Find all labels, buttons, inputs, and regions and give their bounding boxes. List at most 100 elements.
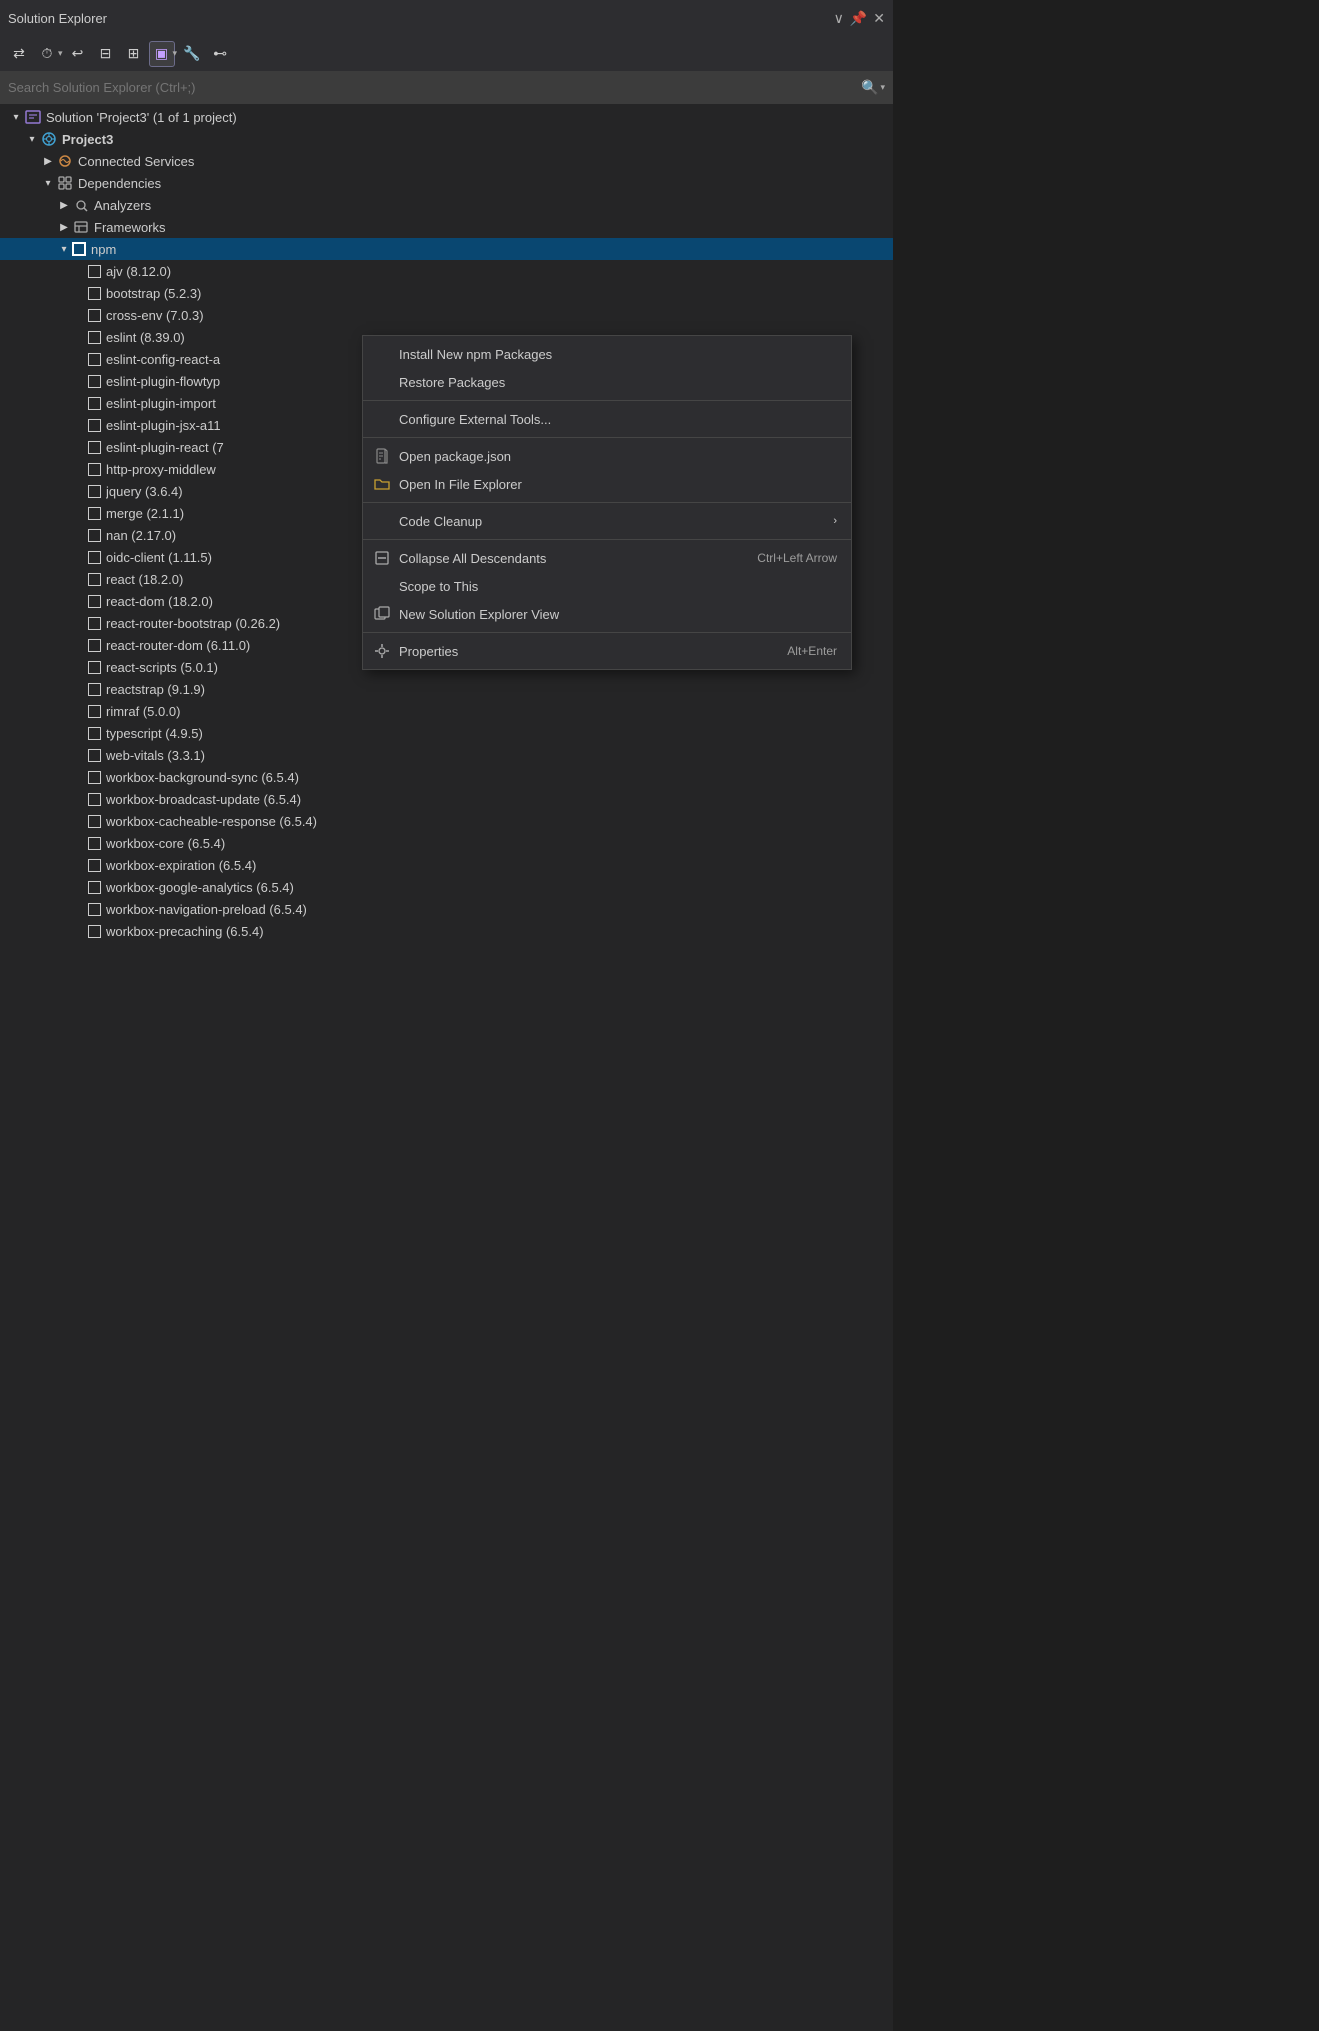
show-all-icon: ⊞: [128, 45, 140, 62]
project-icon: [40, 130, 58, 148]
solution-icon: [24, 108, 42, 126]
connected-services-icon: [56, 152, 74, 170]
collapse-all-icon: [373, 549, 391, 567]
separator-5: [363, 632, 851, 633]
package-node[interactable]: ▶ reactstrap (9.1.9): [0, 678, 893, 700]
collapse-all-toolbar-button[interactable]: ⊟: [93, 41, 119, 67]
sync-icon: ⇄: [13, 45, 25, 62]
solution-label: Solution 'Project3' (1 of 1 project): [46, 110, 889, 125]
dependencies-collapse-arrow[interactable]: ▾: [40, 178, 56, 189]
project-collapse-arrow[interactable]: ▾: [24, 134, 40, 145]
search-input[interactable]: [8, 80, 861, 95]
pending-button[interactable]: ⊷: [207, 41, 233, 67]
back-button[interactable]: ↩: [65, 41, 91, 67]
menu-item-code-cleanup[interactable]: Code Cleanup ›: [363, 507, 851, 535]
close-icon[interactable]: ✕: [873, 10, 885, 27]
package-npm-icon: [88, 529, 101, 542]
package-node[interactable]: ▶ workbox-google-analytics (6.5.4): [0, 876, 893, 898]
menu-item-open-file-explorer[interactable]: Open In File Explorer: [363, 470, 851, 498]
search-dropdown-arrow[interactable]: ▾: [880, 82, 885, 93]
package-node[interactable]: ▶ cross-env (7.0.3): [0, 304, 893, 326]
npm-collapse-arrow[interactable]: ▾: [56, 244, 72, 255]
separator-1: [363, 400, 851, 401]
package-label: workbox-google-analytics (6.5.4): [106, 880, 889, 895]
menu-item-scope-to-this[interactable]: Scope to This: [363, 572, 851, 600]
package-label: rimraf (5.0.0): [106, 704, 889, 719]
menu-item-open-package-json[interactable]: Open package.json: [363, 442, 851, 470]
title-bar: Solution Explorer ∨ 📌 ✕: [0, 0, 893, 36]
menu-item-new-solution-view[interactable]: New Solution Explorer View: [363, 600, 851, 628]
connected-services-expand-arrow[interactable]: ▶: [40, 156, 56, 167]
package-npm-icon: [88, 595, 101, 608]
back-icon: ↩: [72, 45, 84, 62]
frameworks-expand-arrow[interactable]: ▶: [56, 222, 72, 233]
package-node[interactable]: ▶ web-vitals (3.3.1): [0, 744, 893, 766]
properties-icon: [373, 642, 391, 660]
package-node[interactable]: ▶ ajv (8.12.0): [0, 260, 893, 282]
scope-to-this-icon: [373, 577, 391, 595]
package-npm-icon: [88, 485, 101, 498]
wrench-icon: 🔧: [183, 45, 200, 62]
analyzers-node[interactable]: ▶ Analyzers: [0, 194, 893, 216]
open-package-json-icon: [373, 447, 391, 465]
show-all-button[interactable]: ⊞: [121, 41, 147, 67]
package-label: workbox-expiration (6.5.4): [106, 858, 889, 873]
package-node[interactable]: ▶ typescript (4.9.5): [0, 722, 893, 744]
package-npm-icon: [88, 925, 101, 938]
project-node[interactable]: ▾ Project3: [0, 128, 893, 150]
npm-node[interactable]: ▾ npm: [0, 238, 893, 260]
connected-services-node[interactable]: ▶ Connected Services: [0, 150, 893, 172]
package-npm-icon: [88, 617, 101, 630]
package-npm-icon: [88, 397, 101, 410]
history-dropdown-arrow[interactable]: ▾: [58, 48, 63, 59]
filter-button[interactable]: ▣: [149, 41, 175, 67]
package-node[interactable]: ▶ rimraf (5.0.0): [0, 700, 893, 722]
menu-item-collapse-all[interactable]: Collapse All Descendants Ctrl+Left Arrow: [363, 544, 851, 572]
history-button[interactable]: ⏱: [34, 41, 60, 67]
package-npm-icon: [88, 639, 101, 652]
collapse-all-label: Collapse All Descendants: [399, 551, 546, 566]
package-node[interactable]: ▶ workbox-cacheable-response (6.5.4): [0, 810, 893, 832]
sync-button[interactable]: ⇄: [6, 41, 32, 67]
package-npm-icon: [88, 793, 101, 806]
filter-dropdown-arrow[interactable]: ▾: [173, 48, 178, 59]
package-node[interactable]: ▶ workbox-background-sync (6.5.4): [0, 766, 893, 788]
package-npm-icon: [88, 265, 101, 278]
open-package-json-label: Open package.json: [399, 449, 511, 464]
collapse-icon: ⊟: [100, 45, 112, 62]
package-npm-icon: [88, 551, 101, 564]
package-label: bootstrap (5.2.3): [106, 286, 889, 301]
search-icon[interactable]: 🔍: [861, 79, 878, 96]
package-npm-icon: [88, 573, 101, 586]
pin-icon[interactable]: 📌: [850, 10, 867, 27]
settings-button[interactable]: 🔧: [179, 41, 205, 67]
open-file-explorer-icon: [373, 475, 391, 493]
dependencies-node[interactable]: ▾ Dependencies: [0, 172, 893, 194]
package-npm-icon: [88, 903, 101, 916]
menu-item-install-npm[interactable]: Install New npm Packages: [363, 340, 851, 368]
package-node[interactable]: ▶ workbox-precaching (6.5.4): [0, 920, 893, 942]
solution-node[interactable]: ▾ Solution 'Project3' (1 of 1 project): [0, 106, 893, 128]
title-bar-icons: ∨ 📌 ✕: [834, 10, 885, 27]
package-node[interactable]: ▶ workbox-navigation-preload (6.5.4): [0, 898, 893, 920]
package-node[interactable]: ▶ workbox-broadcast-update (6.5.4): [0, 788, 893, 810]
package-label: ajv (8.12.0): [106, 264, 889, 279]
package-npm-icon: [88, 507, 101, 520]
package-node[interactable]: ▶ workbox-core (6.5.4): [0, 832, 893, 854]
connected-services-label: Connected Services: [78, 154, 889, 169]
minimize-icon[interactable]: ∨: [834, 10, 844, 27]
analyzers-label: Analyzers: [94, 198, 889, 213]
menu-item-configure-tools[interactable]: Configure External Tools...: [363, 405, 851, 433]
menu-item-properties[interactable]: Properties Alt+Enter: [363, 637, 851, 665]
frameworks-node[interactable]: ▶ Frameworks: [0, 216, 893, 238]
frameworks-label: Frameworks: [94, 220, 889, 235]
package-node[interactable]: ▶ workbox-expiration (6.5.4): [0, 854, 893, 876]
dependencies-icon: [56, 174, 74, 192]
solution-collapse-arrow[interactable]: ▾: [8, 112, 24, 123]
menu-item-restore-packages[interactable]: Restore Packages: [363, 368, 851, 396]
package-label: reactstrap (9.1.9): [106, 682, 889, 697]
package-label: workbox-core (6.5.4): [106, 836, 889, 851]
analyzers-expand-arrow[interactable]: ▶: [56, 200, 72, 211]
package-npm-icon: [88, 683, 101, 696]
package-node[interactable]: ▶ bootstrap (5.2.3): [0, 282, 893, 304]
